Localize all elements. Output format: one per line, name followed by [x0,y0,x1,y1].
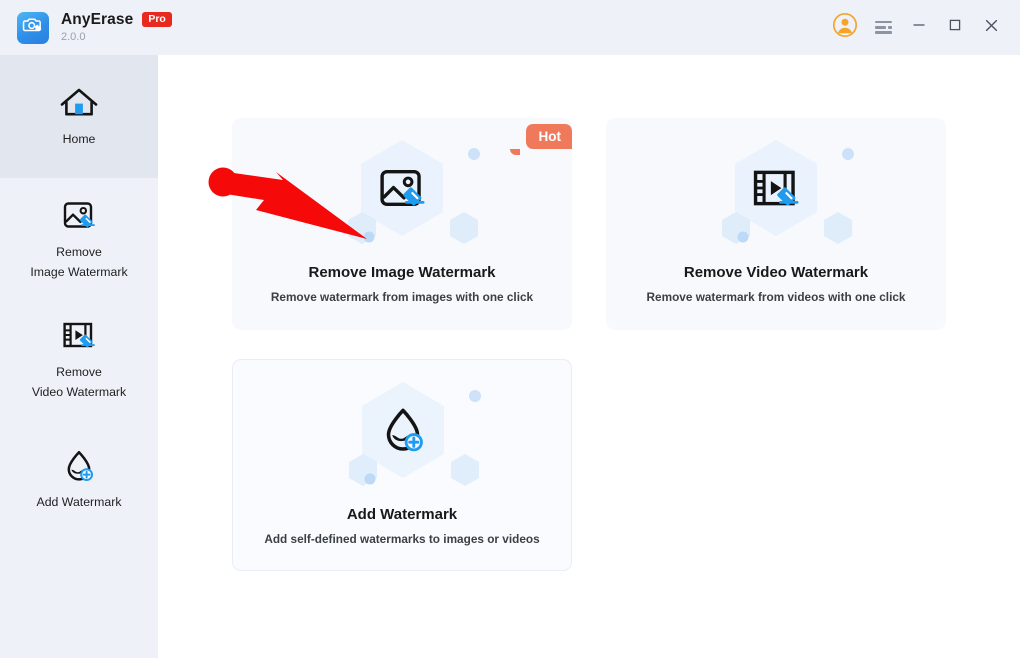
card-row-bottom: Add Watermark Add self-defined watermark… [232,359,1020,571]
app-version: 2.0.0 [61,31,86,44]
account-button[interactable] [826,11,864,45]
main-content: Hot Remove Image Watermark Remove waterm… [158,55,1020,658]
menu-button[interactable] [866,11,900,45]
minimize-icon [911,17,927,38]
app-logo [17,11,49,44]
user-avatar-icon [832,12,858,43]
sidebar-item-label: Remove Image Watermark [30,245,128,279]
app-window: AnyErase Pro 2.0.0 Home Remove Image Wat… [0,0,1020,658]
body: Home Remove Image Watermark Remove Video… [0,55,1020,658]
remove-image-watermark-icon [57,194,101,240]
sidebar-item-label: Add Watermark [36,494,122,509]
brand-row: AnyErase Pro [61,12,172,28]
sidebar-item-label: Home [62,132,96,147]
sidebar: Home Remove Image Watermark Remove Video… [0,55,158,658]
card-subtitle: Remove watermark from videos with one cl… [646,290,906,304]
card-subtitle: Remove watermark from images with one cl… [270,290,534,304]
maximize-button[interactable] [938,11,972,45]
card-title: Add Watermark [346,506,458,523]
pro-badge: Pro [142,12,172,27]
app-name: AnyErase [61,10,134,28]
sidebar-item-home[interactable]: Home [0,55,158,178]
card-remove-video-watermark[interactable]: Remove Video Watermark Remove watermark … [606,118,946,330]
brand-block: AnyErase Pro 2.0.0 [61,12,172,44]
close-button[interactable] [974,11,1008,45]
card-row-top: Hot Remove Image Watermark Remove waterm… [232,118,1020,330]
sidebar-item-label: Remove Video Watermark [31,365,127,399]
hot-badge: Hot [525,124,572,149]
home-icon [57,81,101,127]
maximize-icon [947,17,963,38]
window-controls [826,11,1020,45]
card-remove-image-watermark[interactable]: Hot Remove Image Watermark Remove waterm… [232,118,572,330]
close-icon [983,17,1000,39]
sidebar-item-remove-image-watermark[interactable]: Remove Image Watermark [0,178,158,298]
card-artwork [232,136,572,252]
minimize-button[interactable] [902,11,936,45]
remove-video-watermark-icon [57,314,101,360]
card-subtitle: Add self-defined watermarks to images or… [264,532,540,546]
card-artwork [233,378,571,494]
title-bar: AnyErase Pro 2.0.0 [0,0,1020,55]
card-title: Remove Video Watermark [683,264,869,281]
card-artwork [606,136,946,252]
camera-eraser-icon [22,14,44,41]
sidebar-item-remove-video-watermark[interactable]: Remove Video Watermark [0,298,158,418]
card-title: Remove Image Watermark [308,264,496,281]
card-add-watermark[interactable]: Add Watermark Add self-defined watermark… [232,359,572,571]
hamburger-menu-icon [874,21,892,34]
sidebar-item-add-watermark[interactable]: Add Watermark [0,418,158,538]
add-watermark-icon [57,444,101,490]
